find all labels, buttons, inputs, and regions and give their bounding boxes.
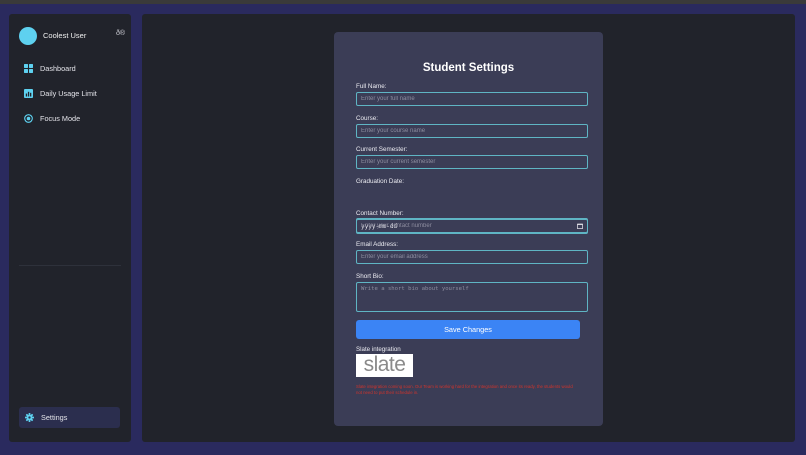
sidebar-item-label: Daily Usage Limit [40, 88, 97, 98]
student-settings-card: Student Settings Full Name: Course: Curr… [334, 32, 603, 426]
page-title: Student Settings [422, 62, 515, 74]
slate-integration-label: Slate integration [356, 346, 401, 353]
course-input[interactable] [356, 124, 588, 138]
slate-coming-soon-note: Slate integration coming soon. Our Team … [356, 384, 573, 396]
gear-icon [25, 413, 34, 422]
user-profile[interactable]: Coolest User ð® [19, 27, 125, 47]
contact-number-input[interactable] [356, 219, 588, 233]
username: Coolest User [43, 31, 87, 40]
current-semester-label: Current Semester: [356, 146, 408, 153]
sidebar: Coolest User ð® Dashboard Daily Usage Li… [9, 14, 131, 442]
email-address-input[interactable] [356, 250, 588, 264]
slate-logo-text: slate [363, 353, 406, 376]
short-bio-label: Short Bio: [356, 273, 384, 280]
sidebar-item-daily-usage-limit[interactable]: Daily Usage Limit [24, 86, 97, 100]
email-address-label: Email Address: [356, 241, 398, 248]
window-top-bar [0, 0, 806, 4]
full-name-label: Full Name: [356, 83, 387, 90]
sidebar-item-settings[interactable]: Settings [19, 407, 120, 428]
sidebar-item-label: Settings [41, 413, 68, 422]
sidebar-item-dashboard[interactable]: Dashboard [24, 61, 76, 75]
short-bio-textarea[interactable] [356, 282, 588, 312]
chart-icon [24, 88, 33, 98]
grid-icon [24, 63, 33, 73]
focus-icon [24, 113, 33, 123]
full-name-input[interactable] [356, 92, 588, 106]
sidebar-item-label: Focus Mode [40, 113, 81, 123]
contact-number-label: Contact Number: [356, 210, 404, 217]
save-changes-button[interactable]: Save Changes [356, 320, 580, 339]
user-menu-glyph[interactable]: ð® [116, 30, 125, 37]
avatar[interactable] [19, 27, 37, 45]
slate-logo: slate [356, 354, 413, 377]
sidebar-item-label: Dashboard [40, 63, 76, 73]
sidebar-item-focus-mode[interactable]: Focus Mode [24, 111, 80, 125]
course-label: Course: [356, 115, 379, 122]
current-semester-input[interactable] [356, 155, 588, 169]
graduation-date-label: Graduation Date: [356, 178, 404, 185]
sidebar-divider [19, 265, 121, 266]
